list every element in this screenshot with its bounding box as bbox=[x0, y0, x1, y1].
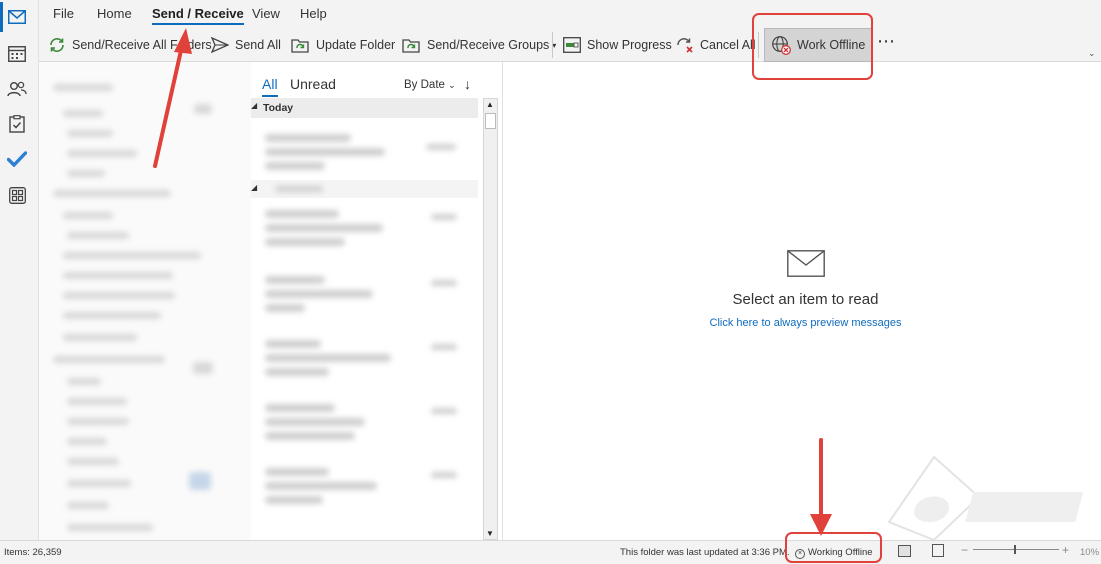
show-progress-button[interactable]: Show Progress bbox=[563, 33, 672, 57]
reading-pane-empty-title: Select an item to read bbox=[732, 291, 879, 308]
todo-icon[interactable] bbox=[6, 148, 28, 170]
chevron-down-icon: ⌄ bbox=[448, 80, 456, 90]
tasks-icon[interactable] bbox=[6, 113, 28, 135]
update-folder-label: Update Folder bbox=[316, 38, 396, 52]
work-offline-label: Work Offline bbox=[797, 38, 866, 52]
reading-pane: Select an item to read Click here to alw… bbox=[504, 62, 1101, 542]
group-label: Today bbox=[263, 102, 294, 114]
send-receive-all-label: Send/Receive All Folders bbox=[72, 38, 212, 52]
filter-all-tab[interactable]: All bbox=[262, 76, 278, 97]
working-offline-label: Working Offline bbox=[808, 547, 873, 558]
normal-view-icon[interactable] bbox=[898, 545, 911, 557]
always-preview-link[interactable]: Click here to always preview messages bbox=[504, 317, 1101, 329]
scroll-thumb[interactable] bbox=[485, 113, 496, 129]
group-header-today[interactable]: ◢ Today bbox=[251, 98, 478, 118]
app-rail bbox=[0, 0, 39, 540]
zoom-thumb[interactable] bbox=[1014, 545, 1016, 554]
send-all-button[interactable]: Send All bbox=[211, 33, 281, 57]
status-bar: Items: 26,359 This folder was last updat… bbox=[0, 540, 1101, 564]
globe-offline-icon bbox=[772, 36, 791, 55]
ribbon-toolbar: Send/Receive All Folders Send All Update… bbox=[39, 28, 1101, 62]
show-progress-label: Show Progress bbox=[587, 38, 672, 52]
tab-view[interactable]: View bbox=[252, 6, 280, 21]
folder-sync-icon bbox=[291, 38, 309, 53]
sort-direction-arrow-icon[interactable]: ↓ bbox=[464, 76, 471, 92]
folder-pane bbox=[39, 62, 251, 540]
scroll-down-arrow-icon[interactable]: ▼ bbox=[486, 529, 494, 538]
ribbon-divider bbox=[758, 32, 759, 58]
list-item[interactable] bbox=[261, 460, 469, 516]
reading-view-icon[interactable] bbox=[932, 544, 944, 557]
watermark-logo bbox=[887, 455, 1084, 542]
work-offline-button[interactable]: Work Offline bbox=[764, 28, 874, 62]
envelope-icon bbox=[787, 250, 825, 277]
collapse-ribbon-icon[interactable]: ⌄ bbox=[1088, 48, 1096, 59]
send-icon bbox=[211, 37, 229, 53]
list-item[interactable] bbox=[261, 396, 469, 452]
send-receive-all-folders-button[interactable]: Send/Receive All Folders bbox=[48, 33, 212, 57]
progress-icon bbox=[563, 37, 581, 53]
message-list: All Unread By Date ⌄ ↓ ◢ Today ◢ ▲ ▼ bbox=[251, 62, 503, 540]
menu-bar: File Home Send / Receive View Help bbox=[39, 0, 1101, 28]
send-receive-groups-label: Send/Receive Groups bbox=[427, 38, 550, 52]
ribbon-divider bbox=[552, 32, 553, 58]
group-header[interactable]: ◢ bbox=[251, 180, 478, 198]
zoom-out-button[interactable]: − bbox=[961, 543, 968, 557]
mail-icon[interactable] bbox=[0, 2, 28, 32]
send-receive-groups-dropdown[interactable]: Send/Receive Groups ▾ bbox=[402, 33, 556, 57]
people-icon[interactable] bbox=[6, 78, 28, 100]
list-item[interactable] bbox=[261, 202, 469, 258]
scroll-up-arrow-icon[interactable]: ▲ bbox=[486, 100, 494, 109]
sort-label: By Date bbox=[404, 79, 445, 91]
offline-x-icon: × bbox=[795, 549, 805, 559]
tab-home[interactable]: Home bbox=[97, 6, 132, 21]
update-folder-button[interactable]: Update Folder bbox=[291, 33, 395, 57]
cancel-all-button[interactable]: Cancel All bbox=[675, 33, 756, 57]
groups-sync-icon bbox=[402, 38, 420, 53]
collapse-arrow-icon: ◢ bbox=[251, 183, 258, 192]
last-updated-text: This folder was last updated at 3:36 PM. bbox=[620, 547, 790, 558]
more-options-button[interactable]: ⋯ bbox=[877, 31, 895, 52]
zoom-slider[interactable] bbox=[973, 545, 1059, 554]
list-item[interactable] bbox=[261, 128, 469, 184]
zoom-in-button[interactable]: + bbox=[1062, 543, 1069, 557]
collapse-arrow-icon: ◢ bbox=[251, 101, 258, 110]
calendar-icon[interactable] bbox=[6, 42, 28, 64]
sort-by-date-dropdown[interactable]: By Date ⌄ bbox=[404, 79, 456, 91]
sync-icon bbox=[50, 38, 64, 52]
tab-send-receive[interactable]: Send / Receive bbox=[152, 6, 244, 25]
items-count: Items: 26,359 bbox=[4, 547, 62, 558]
message-list-scrollbar[interactable]: ▲ ▼ bbox=[483, 98, 498, 540]
working-offline-status[interactable]: × Working Offline bbox=[795, 547, 873, 559]
cancel-all-label: Cancel All bbox=[700, 38, 756, 52]
cancel-sync-icon bbox=[677, 38, 693, 53]
filter-unread-tab[interactable]: Unread bbox=[290, 76, 336, 92]
tab-help[interactable]: Help bbox=[300, 6, 327, 21]
list-item[interactable] bbox=[261, 268, 469, 324]
apps-icon[interactable] bbox=[6, 184, 28, 206]
send-all-label: Send All bbox=[235, 38, 281, 52]
tab-file[interactable]: File bbox=[53, 6, 74, 21]
list-item[interactable] bbox=[261, 332, 469, 388]
zoom-level: 10% bbox=[1080, 547, 1100, 558]
